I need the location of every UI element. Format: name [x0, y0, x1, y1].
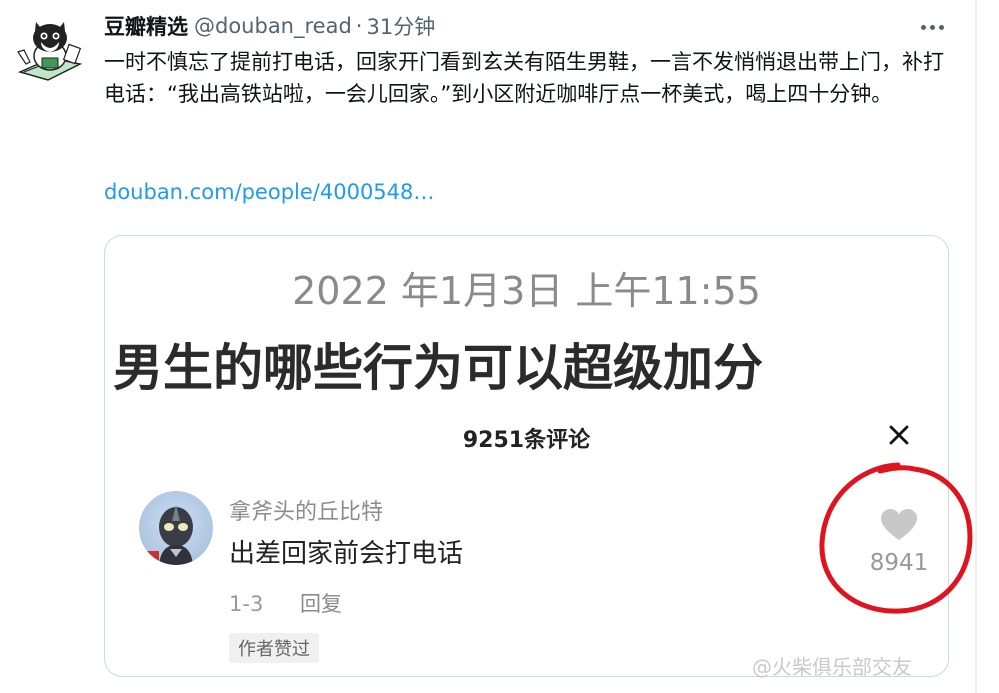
- tweet-header: 豆瓣精选 @douban_read · 31分钟: [104, 11, 435, 41]
- reply-button[interactable]: 回复: [300, 592, 342, 616]
- tweet-time[interactable]: 31分钟: [366, 11, 435, 41]
- comment-meta: 1-3 回复: [229, 588, 342, 618]
- comment-text: 出差回家前会打电话: [229, 539, 464, 569]
- red-annotation-circle: [819, 462, 973, 614]
- header-separator: ·: [355, 14, 363, 38]
- commenter-avatar[interactable]: [139, 491, 213, 565]
- tweet-text: 一时不慎忘了提前打电话，回家开门看到玄关有陌生男鞋，一言不发悄悄退出带上门，补打…: [104, 50, 944, 106]
- card-title: 男生的哪些行为可以超级加分: [113, 339, 763, 397]
- cat-avatar-illustration: [17, 22, 83, 81]
- close-icon[interactable]: [885, 421, 913, 449]
- more-icon[interactable]: [917, 17, 947, 37]
- profile-avatar[interactable]: [12, 12, 84, 84]
- commenter-name[interactable]: 拿斧头的丘比特: [229, 494, 383, 526]
- user-handle[interactable]: @douban_read: [194, 14, 352, 38]
- author-liked-badge: 作者赞过: [229, 633, 319, 663]
- display-name[interactable]: 豆瓣精选: [104, 11, 188, 41]
- watermark: @火柴俱乐部交友: [752, 655, 912, 679]
- ultraman-avatar-image: [139, 491, 213, 565]
- comment-index: 1-3: [229, 592, 264, 616]
- comment-count: 9251条评论: [462, 428, 591, 453]
- card-date: 2022 年1月3日 上午11:55: [292, 269, 761, 313]
- tweet-link[interactable]: douban.com/people/4000548…: [104, 180, 434, 204]
